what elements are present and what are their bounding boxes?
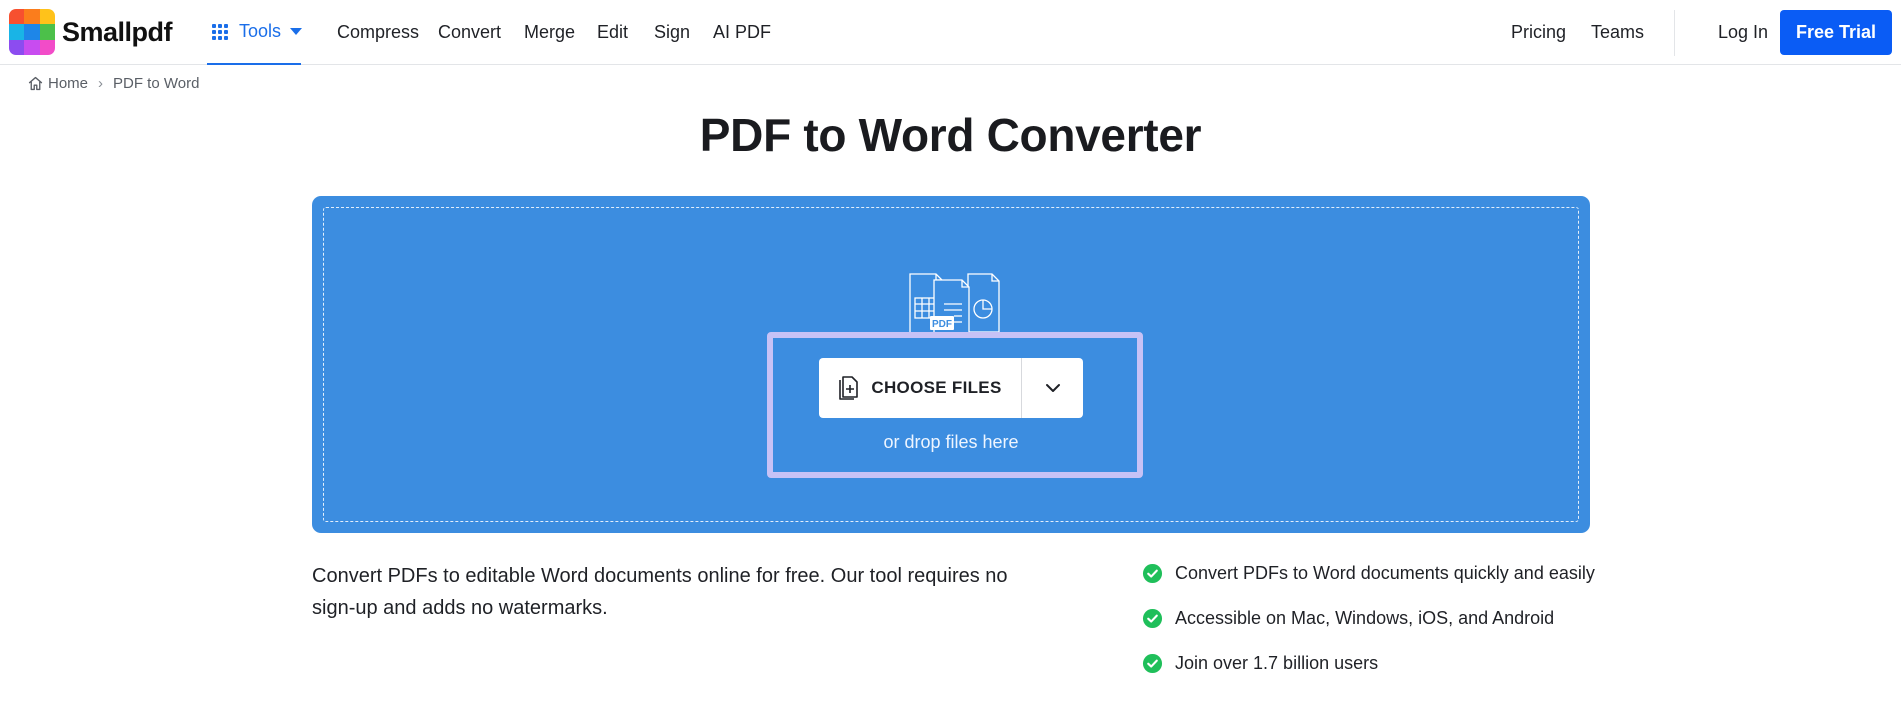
pdf-badge: PDF xyxy=(932,319,952,330)
feature-item: Join over 1.7 billion users xyxy=(1142,650,1595,676)
breadcrumb-current: PDF to Word xyxy=(113,75,200,92)
nav-edit[interactable]: Edit xyxy=(597,0,628,65)
feature-item: Convert PDFs to Word documents quickly a… xyxy=(1142,560,1595,586)
caret-down-icon xyxy=(290,28,303,35)
nav-merge[interactable]: Merge xyxy=(524,0,575,65)
nav-teams[interactable]: Teams xyxy=(1591,0,1644,65)
choose-files-button[interactable]: CHOOSE FILES xyxy=(819,358,1022,418)
nav-divider xyxy=(1674,10,1675,56)
breadcrumb-home[interactable]: Home xyxy=(48,75,88,92)
check-circle-icon xyxy=(1142,653,1163,673)
tools-label: Tools xyxy=(239,21,282,41)
top-navbar: Smallpdf Tools Compress Convert Merge Ed… xyxy=(0,0,1901,65)
documents-illustration-icon: PDF xyxy=(909,273,1000,338)
nav-ai-pdf[interactable]: AI PDF xyxy=(713,0,771,65)
brand-name: Smallpdf xyxy=(62,16,173,47)
file-dropzone[interactable]: PDF CHOOSE FILES or drop files here xyxy=(312,196,1590,533)
chevron-down-icon xyxy=(1045,384,1060,392)
home-icon xyxy=(28,76,43,91)
nav-pricing[interactable]: Pricing xyxy=(1511,0,1566,65)
breadcrumb: Home › PDF to Word xyxy=(27,75,199,92)
nav-convert[interactable]: Convert xyxy=(438,0,501,65)
tool-description: Convert PDFs to editable Word documents … xyxy=(312,565,1008,619)
feature-text: Accessible on Mac, Windows, iOS, and And… xyxy=(1175,607,1555,628)
login-link[interactable]: Log In xyxy=(1718,0,1768,65)
drop-files-hint: or drop files here xyxy=(883,432,1019,452)
choose-files-group: CHOOSE FILES xyxy=(819,358,1083,418)
page-title: PDF to Word Converter xyxy=(699,109,1202,161)
feature-item: Accessible on Mac, Windows, iOS, and And… xyxy=(1142,605,1595,631)
tools-menu-button[interactable]: Tools xyxy=(207,0,303,65)
feature-list: Convert PDFs to Word documents quickly a… xyxy=(1142,560,1595,695)
choose-files-dropdown-toggle[interactable] xyxy=(1022,358,1083,418)
nav-sign[interactable]: Sign xyxy=(654,0,690,65)
smallpdf-logo[interactable]: Smallpdf xyxy=(9,9,173,55)
nav-compress[interactable]: Compress xyxy=(337,0,419,65)
feature-text: Convert PDFs to Word documents quickly a… xyxy=(1175,562,1595,583)
check-circle-icon xyxy=(1142,608,1163,628)
file-plus-icon xyxy=(839,376,859,400)
smallpdf-logo-icon xyxy=(9,9,55,55)
feature-text: Join over 1.7 billion users xyxy=(1175,652,1379,673)
free-trial-button[interactable]: Free Trial xyxy=(1780,10,1892,55)
check-circle-icon xyxy=(1142,563,1163,583)
breadcrumb-separator: › xyxy=(98,75,104,92)
choose-files-label: CHOOSE FILES xyxy=(871,378,1002,397)
grid-icon xyxy=(212,23,228,40)
